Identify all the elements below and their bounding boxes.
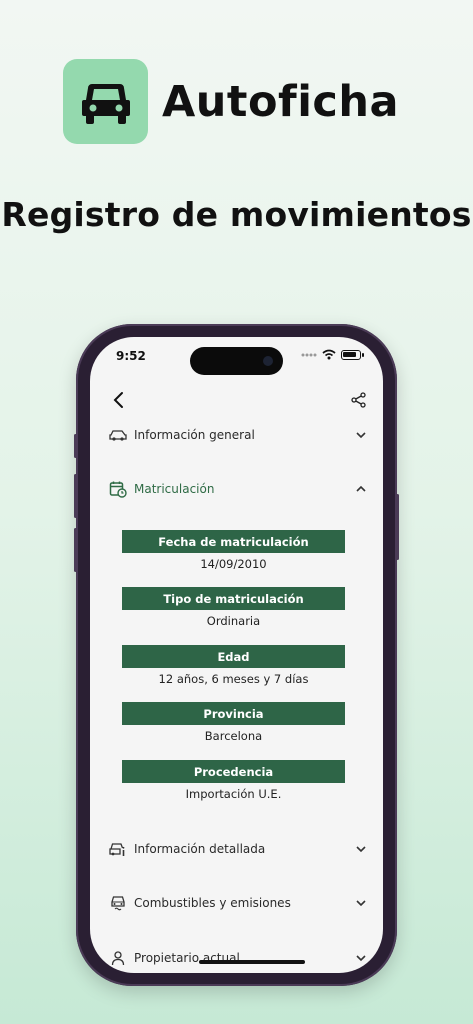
- section-informacion-general[interactable]: Información general: [108, 423, 368, 447]
- field-value: 14/09/2010: [200, 557, 267, 571]
- car-emissions-icon: [108, 893, 128, 913]
- side-button: [396, 494, 399, 560]
- side-button: [74, 434, 77, 458]
- field-provincia: Provincia Barcelona: [122, 702, 345, 743]
- share-icon: [351, 392, 366, 408]
- chevron-down-icon: [354, 896, 368, 910]
- section-combustibles-emisiones[interactable]: Combustibles y emisiones: [108, 891, 368, 915]
- field-title: Edad: [122, 645, 345, 668]
- battery-icon: [341, 349, 364, 360]
- field-value: 12 años, 6 meses y 7 días: [158, 672, 309, 686]
- field-title: Procedencia: [122, 760, 345, 783]
- brand-header: Autoficha: [63, 59, 399, 144]
- section-label: Información detallada: [134, 842, 266, 856]
- app-name: Autoficha: [162, 76, 400, 127]
- phone-frame: 9:52 Información general Matriculación F…: [74, 324, 399, 986]
- section-label: Matriculación: [134, 482, 215, 496]
- phone-screen: 9:52 Información general Matriculación F…: [90, 337, 383, 973]
- field-fecha-matriculacion: Fecha de matriculación 14/09/2010: [122, 530, 345, 571]
- field-title: Provincia: [122, 702, 345, 725]
- field-title: Tipo de matriculación: [122, 587, 345, 610]
- section-propietario-actual[interactable]: Propietario actual: [108, 946, 368, 970]
- signal-dots-icon: [301, 353, 317, 356]
- share-button[interactable]: [349, 389, 369, 411]
- car-icon: [81, 83, 130, 124]
- chevron-up-icon: [354, 482, 368, 496]
- field-value: Importación U.E.: [185, 787, 282, 801]
- section-label: Combustibles y emisiones: [134, 896, 291, 910]
- chevron-down-icon: [354, 951, 368, 965]
- chevron-left-icon: [113, 392, 123, 408]
- page-headline: Registro de movimientos: [1, 195, 472, 234]
- field-value: Ordinaria: [206, 614, 261, 628]
- side-button: [74, 528, 77, 572]
- app-icon: [63, 59, 148, 144]
- person-icon: [108, 948, 128, 968]
- side-button: [74, 474, 77, 518]
- car-info-icon: [108, 839, 128, 859]
- field-edad: Edad 12 años, 6 meses y 7 días: [122, 645, 345, 686]
- field-title: Fecha de matriculación: [122, 530, 345, 553]
- field-procedencia: Procedencia Importación U.E.: [122, 760, 345, 801]
- car-icon: [108, 425, 128, 445]
- wifi-icon: [322, 349, 336, 360]
- section-matriculacion[interactable]: Matriculación: [108, 477, 368, 501]
- dynamic-island: [190, 347, 283, 375]
- home-indicator[interactable]: [199, 960, 305, 964]
- navigation-bar: [90, 385, 383, 415]
- status-icons: [301, 349, 364, 360]
- chevron-down-icon: [354, 842, 368, 856]
- back-button[interactable]: [108, 389, 128, 411]
- calendar-clock-icon: [108, 479, 128, 499]
- chevron-down-icon: [354, 428, 368, 442]
- status-time: 9:52: [116, 349, 146, 363]
- section-label: Información general: [134, 428, 255, 442]
- field-value: Barcelona: [204, 729, 263, 743]
- section-informacion-detallada[interactable]: Información detallada: [108, 837, 368, 861]
- field-tipo-matriculacion: Tipo de matriculación Ordinaria: [122, 587, 345, 628]
